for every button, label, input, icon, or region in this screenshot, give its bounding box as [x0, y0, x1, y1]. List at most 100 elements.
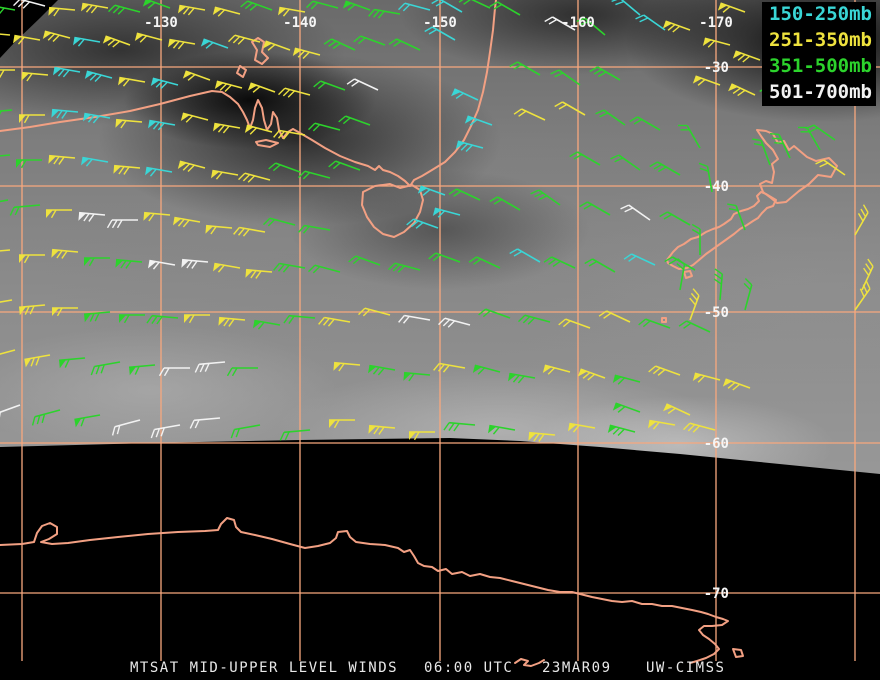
wind-barb: [518, 314, 551, 325]
wind-barb: [713, 268, 724, 301]
pressure-level-legend: 150-250mb 251-350mb 351-500mb 501-700mb: [762, 2, 876, 106]
wind-barb: [146, 314, 179, 325]
wind-barb: [528, 431, 556, 442]
wind-barb: [569, 151, 601, 166]
wind-barb: [73, 36, 101, 47]
wind-barb: [230, 424, 261, 439]
wind-barb: [74, 414, 101, 428]
legend-entry-150-250mb: 150-250mb: [762, 2, 876, 28]
wind-barb: [732, 50, 761, 63]
wind-barb: [194, 361, 226, 373]
wind-barb: [19, 114, 45, 124]
wind-barb: [612, 402, 641, 413]
wind-barb: [108, 4, 141, 15]
wind-barb: [398, 2, 431, 12]
wind-barb: [513, 108, 546, 121]
wind-barb: [676, 258, 686, 291]
coastline-nz-south-island: [666, 191, 777, 270]
wind-barb: [649, 161, 681, 176]
wind-barb: [635, 14, 666, 31]
wind-barb: [134, 32, 163, 43]
wind-barb: [48, 6, 76, 17]
wind-barb: [150, 77, 179, 90]
wind-barb: [278, 87, 311, 98]
wind-barb: [0, 109, 13, 115]
longitude-label: -150: [423, 15, 457, 31]
map-overlay: -30 -40 -50 -60 -70 -130 -140 -150 -160 -170: [0, 0, 880, 680]
wind-barb: [247, 82, 276, 93]
coastline-tasmania: [361, 183, 424, 238]
wind-barb: [213, 262, 241, 273]
wind-barb: [0, 199, 9, 203]
satellite-winds-map: -30 -40 -50 -60 -70 -130 -140 -150 -160 -170 150-…: [0, 0, 880, 680]
coastline-stewart-island: [683, 270, 693, 279]
wind-barb: [298, 224, 331, 234]
wind-barb: [240, 0, 273, 11]
wind-barb: [21, 71, 49, 82]
wind-barb: [611, 0, 641, 16]
wind-barb: [403, 371, 431, 382]
wind-barb: [678, 124, 701, 149]
wind-barb: [433, 362, 466, 373]
wind-barb: [0, 349, 16, 356]
wind-barb: [589, 66, 621, 81]
coastline-nz-north-island: [756, 129, 838, 204]
wind-barb: [118, 76, 146, 87]
wind-barbs: [0, 0, 874, 442]
wind-barb: [428, 252, 461, 263]
wind-barb: [31, 409, 61, 426]
latitude-label: -60: [704, 436, 729, 452]
wind-barb: [595, 109, 626, 126]
coastline-kangaroo-island: [255, 139, 279, 148]
wind-barb: [13, 34, 41, 45]
wind-barb: [558, 318, 591, 329]
wind-barb: [78, 211, 106, 222]
wind-barb: [238, 172, 271, 183]
wind-barb: [262, 40, 291, 51]
wind-barb: [111, 419, 141, 436]
credit-label: UW-CIMSS: [646, 660, 726, 676]
wind-barb: [268, 162, 301, 173]
wind-barb: [579, 201, 611, 216]
wind-barb: [752, 138, 771, 166]
wind-barb: [648, 365, 681, 376]
wind-barb: [279, 429, 311, 441]
wind-barb: [388, 38, 421, 51]
wind-barb: [106, 219, 138, 229]
wind-barb: [458, 0, 491, 9]
wind-barb: [798, 126, 821, 151]
wind-barb: [200, 38, 229, 49]
wind-barb: [212, 6, 241, 17]
wind-barb: [815, 159, 846, 176]
wind-barb: [610, 154, 641, 171]
wind-barb: [178, 4, 206, 16]
wind-barb: [145, 166, 173, 177]
wind-barb: [46, 209, 72, 219]
wind-barb: [81, 2, 109, 14]
wind-barb: [205, 224, 233, 235]
wind-barb: [663, 403, 691, 416]
wind-barb: [659, 211, 691, 226]
wind-barb: [0, 249, 11, 252]
wind-barb: [177, 160, 206, 173]
wind-barb: [16, 159, 42, 169]
legend-entry-501-700mb: 501-700mb: [762, 80, 876, 106]
wind-barb: [448, 188, 481, 201]
wind-barb: [854, 204, 869, 236]
latitude-label: -40: [704, 179, 729, 195]
wind-barb: [102, 35, 131, 48]
wind-barb: [472, 364, 501, 375]
wind-barb: [168, 38, 196, 50]
wind-barb: [406, 218, 439, 229]
wind-barb: [119, 314, 145, 324]
wind-barb: [542, 364, 571, 375]
wind-barb: [333, 361, 361, 372]
wind-barb: [728, 83, 756, 97]
latitude-label: -50: [704, 305, 729, 321]
wind-barb: [342, 0, 371, 11]
wind-barb: [577, 368, 606, 381]
wind-barb: [543, 256, 576, 269]
wind-barb: [59, 357, 86, 369]
wind-barb: [727, 203, 746, 231]
wind-barb: [451, 88, 479, 101]
